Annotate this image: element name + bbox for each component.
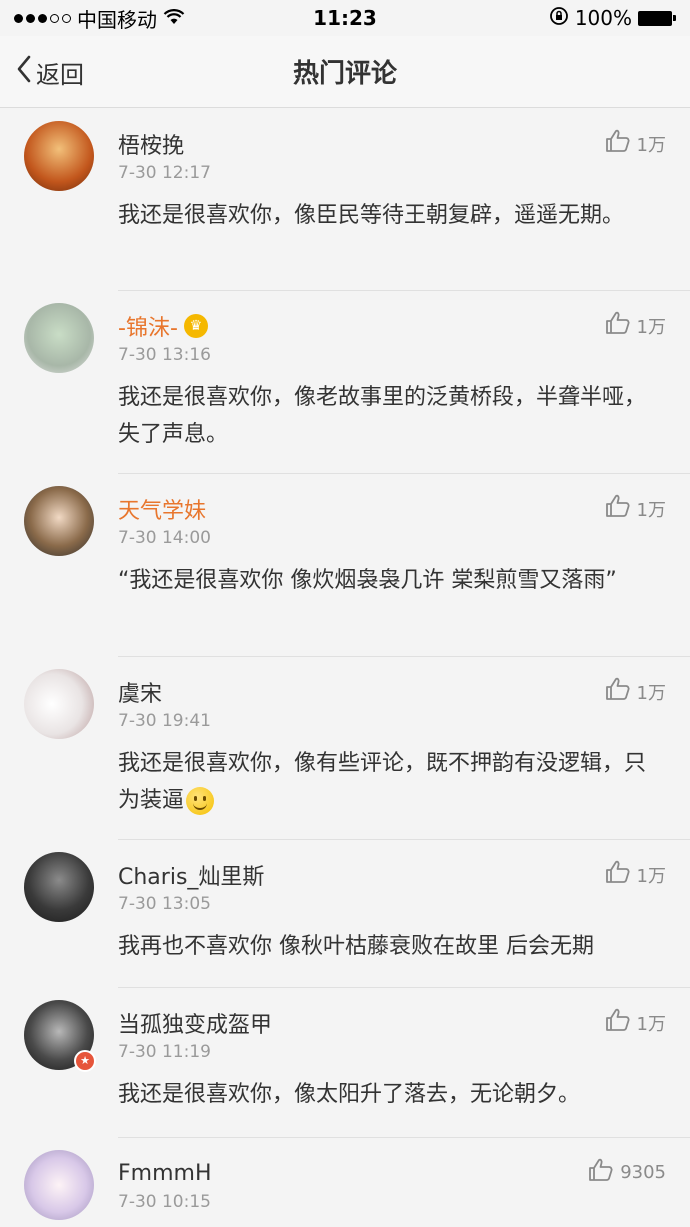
comment-text: 我还是很喜欢你，像太阳升了落去，无论朝夕。 xyxy=(118,1082,581,1107)
back-label: 返回 xyxy=(36,60,84,89)
user-name[interactable]: 天气学妹 xyxy=(118,493,206,525)
carrier-label: 中国移动 xyxy=(77,7,157,32)
wifi-icon xyxy=(163,6,185,30)
like-button[interactable]: 9305 xyxy=(588,1158,666,1187)
comment-item: Charis_灿里斯 7-30 13:05 我再也不喜欢你 像秋叶枯藤衰败在故里… xyxy=(0,840,690,988)
comment-item: 梧桉挽 7-30 12:17 我还是很喜欢你，像臣民等待王朝复辟，遥遥无期。 1… xyxy=(0,109,690,291)
comment-time: 7-30 13:16 xyxy=(118,345,211,365)
user-name[interactable]: FmmmH xyxy=(118,1161,212,1186)
avatar[interactable] xyxy=(24,121,94,191)
comment-item: 虞宋 7-30 19:41 我还是很喜欢你，像有些评论，既不押韵有没逻辑，只为装… xyxy=(0,657,690,840)
page-title: 热门评论 xyxy=(292,59,397,89)
thumbs-up-icon xyxy=(605,129,631,158)
comment-time: 7-30 14:00 xyxy=(118,528,211,548)
like-button[interactable]: 1万 xyxy=(605,860,666,889)
status-left: 中国移动 xyxy=(14,4,185,33)
comment-text: “我还是很喜欢你 像炊烟袅袅几许 棠梨煎雪又落雨” xyxy=(118,568,617,593)
comment-item: 天气学妹 7-30 14:00 “我还是很喜欢你 像炊烟袅袅几许 棠梨煎雪又落雨… xyxy=(0,474,690,657)
user-name[interactable]: 梧桉挽 xyxy=(118,128,184,160)
avatar[interactable] xyxy=(24,1150,94,1220)
like-button[interactable]: 1万 xyxy=(605,129,666,158)
like-count: 1万 xyxy=(636,1013,666,1035)
signal-dots-icon xyxy=(14,13,71,23)
comment-time: 7-30 12:17 xyxy=(118,163,211,183)
thumbs-up-icon xyxy=(605,494,631,523)
comment-item: ★ 当孤独变成盔甲 7-30 11:19 我还是很喜欢你，像太阳升了落去，无论朝… xyxy=(0,988,690,1138)
thumbs-up-icon xyxy=(605,311,631,340)
like-count: 1万 xyxy=(636,499,666,521)
like-count: 1万 xyxy=(636,682,666,704)
user-name[interactable]: 当孤独变成盔甲 xyxy=(118,1007,272,1039)
smile-emoji-icon xyxy=(186,787,215,815)
verified-badge-icon: ★ xyxy=(74,1050,96,1072)
comment-text: 我再也不喜欢你 像秋叶枯藤衰败在故里 后会无期 xyxy=(118,934,594,959)
like-count: 1万 xyxy=(636,865,666,887)
user-name[interactable]: Charis_灿里斯 xyxy=(118,859,264,891)
rotation-lock-icon xyxy=(549,6,569,31)
status-right: 100% xyxy=(549,6,676,31)
like-count: 9305 xyxy=(620,1162,666,1183)
comment-item: -锦沫- ♛ 7-30 13:16 我还是很喜欢你，像老故事里的泛黄桥段，半聋半… xyxy=(0,291,690,474)
status-bar: 中国移动 11:23 100% xyxy=(0,0,690,36)
comment-time: 7-30 13:05 xyxy=(118,894,211,914)
like-button[interactable]: 1万 xyxy=(605,311,666,340)
user-name[interactable]: -锦沫- xyxy=(118,310,178,342)
like-button[interactable]: 1万 xyxy=(605,1008,666,1037)
thumbs-up-icon xyxy=(605,1008,631,1037)
like-count: 1万 xyxy=(636,316,666,338)
like-button[interactable]: 1万 xyxy=(605,677,666,706)
battery-percent: 100% xyxy=(574,6,632,30)
comment-time: 7-30 19:41 xyxy=(118,711,211,731)
thumbs-up-icon xyxy=(588,1158,614,1187)
nav-bar: 返回 热门评论 xyxy=(0,36,690,108)
back-button[interactable]: 返回 xyxy=(16,36,84,108)
comment-text: 我还是很喜欢你，像臣民等待王朝复辟，遥遥无期。 xyxy=(118,203,625,228)
avatar[interactable] xyxy=(24,669,94,739)
comment-text: 我还是很喜欢你，像有些评论，既不押韵有没逻辑，只为装逼 xyxy=(118,745,668,837)
comment-list: 梧桉挽 7-30 12:17 我还是很喜欢你，像臣民等待王朝复辟，遥遥无期。 1… xyxy=(0,109,690,1227)
user-name[interactable]: 虞宋 xyxy=(118,676,162,708)
chevron-left-icon xyxy=(16,55,32,89)
avatar[interactable]: ★ xyxy=(24,1000,96,1072)
avatar[interactable] xyxy=(24,852,94,922)
comment-text: 我还是很喜欢你，像老故事里的泛黄桥段，半聋半哑，失了声息。 xyxy=(118,385,647,447)
thumbs-up-icon xyxy=(605,677,631,706)
comment-item: FmmmH 7-30 10:15 9305 xyxy=(0,1138,690,1227)
comment-time: 7-30 10:15 xyxy=(118,1192,211,1212)
avatar[interactable] xyxy=(24,303,94,373)
thumbs-up-icon xyxy=(605,860,631,889)
battery-icon xyxy=(638,10,676,26)
avatar[interactable] xyxy=(24,486,94,556)
like-button[interactable]: 1万 xyxy=(605,494,666,523)
crown-icon: ♛ xyxy=(183,314,208,338)
like-count: 1万 xyxy=(636,134,666,156)
comment-time: 7-30 11:19 xyxy=(118,1042,211,1062)
